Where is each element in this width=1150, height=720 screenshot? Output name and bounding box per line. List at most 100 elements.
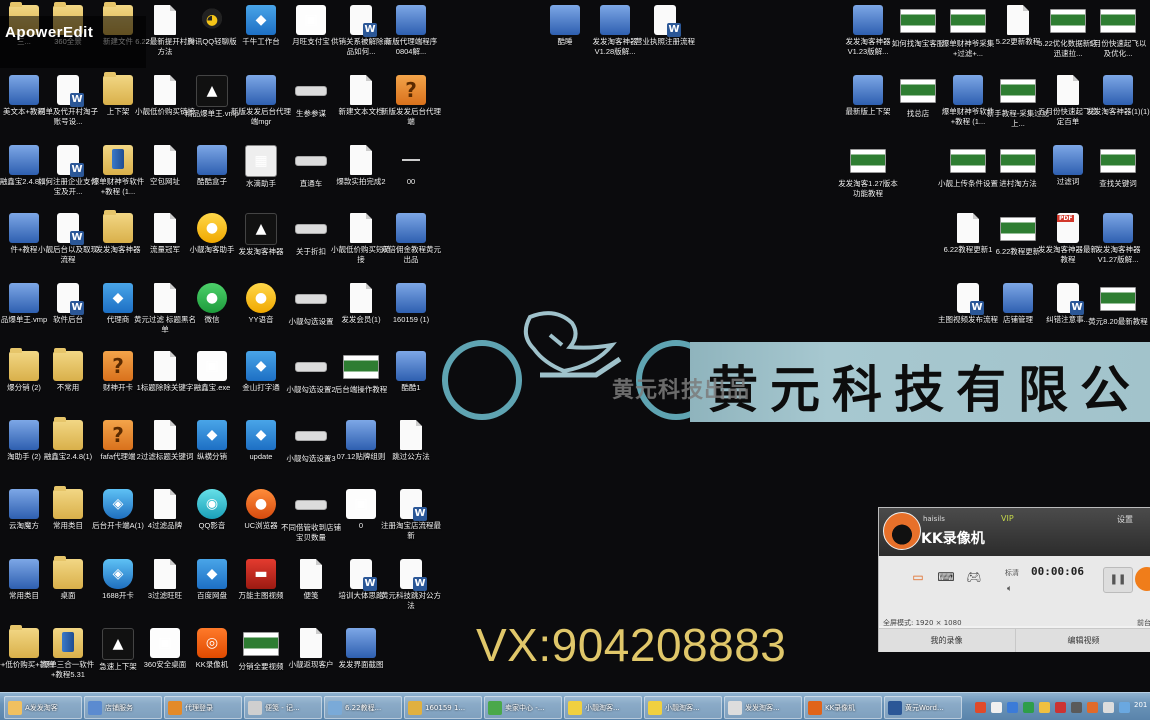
- taskbar-item-label: 6.22教程...: [345, 703, 382, 712]
- taskbar-item[interactable]: 发发淘客...: [724, 696, 802, 719]
- taskbar-item[interactable]: 卖家中心 -...: [484, 696, 562, 719]
- taskbar-app-icon: [728, 700, 742, 715]
- desktop-icon-label: 营业执照注册流程: [635, 37, 695, 46]
- winrar-icon: [9, 283, 39, 313]
- quality-label[interactable]: 标清: [1005, 568, 1019, 578]
- window-mode-icon[interactable]: ⌨: [935, 570, 957, 586]
- winrar-icon: [600, 5, 630, 35]
- desktop-icon[interactable]: 双倍佣金教程黄元出品: [381, 213, 441, 265]
- pause-button[interactable]: ❚❚: [1103, 567, 1133, 593]
- desktop-icon[interactable]: 发发淘客神器V1.27版解...: [1090, 213, 1146, 265]
- doc-icon: [154, 351, 176, 381]
- desktop-icon[interactable]: 新版代理端程序0804解...: [383, 5, 439, 57]
- kk-recorder-window[interactable]: haisils VIP 设置 KK录像机 ▭ ⌨ 🎮︎ 标清 00:00:06 …: [878, 507, 1150, 652]
- taskbar-item[interactable]: 店铺服务: [84, 696, 162, 719]
- taskbar-item[interactable]: 小靓淘客...: [644, 696, 722, 719]
- avatar[interactable]: [883, 512, 921, 550]
- winrar-icon: [396, 213, 426, 243]
- tray-icon[interactable]: [975, 701, 986, 713]
- tray-icon[interactable]: [1103, 701, 1114, 713]
- desktop-icon[interactable]: 注册淘宝店流程最新: [381, 489, 441, 541]
- tray-icon[interactable]: [1055, 701, 1066, 713]
- doc-icon: [300, 628, 322, 658]
- screen-mode-icon[interactable]: ▭: [907, 570, 929, 586]
- tray-icon[interactable]: [1087, 701, 1098, 713]
- desktop-icon[interactable]: 查找关键词: [1090, 145, 1146, 189]
- winrar-icon: [1003, 283, 1033, 313]
- desktop-icon[interactable]: 小靓后台以及取现流程: [38, 213, 98, 265]
- settings-link[interactable]: 设置: [1117, 514, 1133, 525]
- tray-icon[interactable]: [1071, 701, 1082, 713]
- desktop-icon-label: 双倍佣金教程黄元出品: [381, 245, 441, 264]
- doc-icon: [350, 145, 372, 175]
- edit-video-button[interactable]: 编辑视频: [1015, 629, 1150, 652]
- taskbar-item[interactable]: KK录像机: [804, 696, 882, 719]
- blue-icon: ◆: [197, 420, 227, 450]
- taskbar-item[interactable]: 便笺 - 记...: [244, 696, 322, 719]
- desktop-icon[interactable]: 160159 (1): [383, 283, 439, 325]
- zipfolder-icon: [103, 145, 133, 175]
- desktop-icon[interactable]: 营业执照注册流程: [635, 5, 695, 47]
- taskbar-app-icon: [8, 700, 22, 715]
- tray-icon[interactable]: [1007, 701, 1018, 713]
- tray-icon[interactable]: [991, 701, 1002, 713]
- taskbar-item[interactable]: A发发淘客: [4, 696, 82, 719]
- desktop-icon[interactable]: 酷酷1: [383, 351, 439, 393]
- desktop-icon[interactable]: 跳过公方法: [383, 420, 439, 462]
- cyan-icon: ◉: [197, 489, 227, 519]
- taskbar-item[interactable]: 160159 1...: [404, 696, 482, 719]
- company-name: 黄元科技有限公: [708, 360, 1142, 419]
- desktop-icon[interactable]: 5月份快速起飞以及优化...: [1090, 5, 1146, 59]
- volume-icon[interactable]: 🔈︎: [1007, 584, 1012, 594]
- my-recordings-button[interactable]: 我的录像: [879, 629, 1014, 652]
- taobao-icon: ◎: [197, 628, 227, 658]
- tray-icon[interactable]: [1023, 701, 1034, 713]
- desktop-icon[interactable]: 新版发发后台代理端mgr: [231, 75, 291, 127]
- taskbar: A发发淘客 店铺服务 代理登录 便笺 - 记... 6.22教程... 160159 1.…: [0, 692, 1150, 720]
- shot-icon: [950, 9, 986, 33]
- bar-icon: [295, 500, 327, 510]
- taskbar-item[interactable]: 6.22教程...: [324, 696, 402, 719]
- record-button[interactable]: [1135, 567, 1150, 591]
- desktop-icon[interactable]: 发发界面截图: [333, 628, 389, 670]
- taskbar-app-icon: [568, 700, 582, 715]
- taskbar-item[interactable]: 黄元Word...: [884, 696, 962, 719]
- tray-icon[interactable]: [1039, 701, 1050, 713]
- desktop-icon[interactable]: 发发淘客1.27版本功能教程: [838, 145, 898, 199]
- taskbar-item-label: 代理登录: [185, 703, 213, 712]
- desktop-icon[interactable]: ? 新版发发后台代理端: [381, 75, 441, 127]
- doc-icon: [350, 283, 372, 313]
- winrar-icon: [197, 145, 227, 175]
- desktop-icon[interactable]: 发发淘客神器(1)(1): [1086, 75, 1150, 117]
- taskbar-item[interactable]: 代理登录: [164, 696, 242, 719]
- winrar-icon: [9, 489, 39, 519]
- desktop-icon[interactable]: 爆单三合一软件+教程5.31: [40, 628, 96, 680]
- desktop-icon[interactable]: 爆单财神爷采集+过滤+...: [940, 5, 996, 59]
- clock[interactable]: 201: [1134, 701, 1147, 709]
- desktop-icon[interactable]: 发发淘客神器V1.28版解...: [587, 5, 643, 57]
- shot-icon: [1000, 217, 1036, 241]
- apoweredit-watermark: ApowerEdit: [0, 16, 146, 68]
- shield-icon: ◈: [103, 559, 133, 589]
- desktop-icon[interactable]: 发发淘客神器V1.23版解...: [840, 5, 896, 57]
- desktop-icon-label: 新版发发后台代理端: [381, 107, 441, 126]
- taskbar-item[interactable]: 小靓淘客...: [564, 696, 642, 719]
- desktop-icon[interactable]: 黄元科技跳对公方法: [381, 559, 441, 611]
- doc-icon: [154, 283, 176, 313]
- kk-controls: ▭ ⌨ 🎮︎ 标清 00:00:06 🔈︎ ❚❚: [879, 556, 1150, 626]
- desktop-icon[interactable]: 五月份快速起飞稳定百单: [1038, 75, 1098, 127]
- tray-icon[interactable]: [1119, 701, 1130, 713]
- desktop-icon[interactable]: 不同借管收到店铺宝贝数量: [281, 489, 341, 543]
- watermark-text: ApowerEdit: [5, 24, 94, 41]
- vip-badge[interactable]: VIP: [1001, 514, 1014, 523]
- qmark-icon: ?: [396, 75, 426, 105]
- taskbar-app-icon: [808, 700, 822, 715]
- folder-icon: [103, 210, 133, 243]
- kk-username[interactable]: haisils: [923, 515, 945, 523]
- game-mode-icon[interactable]: 🎮︎: [963, 570, 985, 586]
- word-icon: [1057, 283, 1084, 315]
- desktop-icon[interactable]: 00: [383, 145, 439, 187]
- desktop-icon[interactable]: 黄元8.20最新教程: [1088, 283, 1148, 327]
- bar-icon: [295, 294, 327, 304]
- desktop-icon[interactable]: 刷单及代开村淘子账号设...: [38, 75, 98, 127]
